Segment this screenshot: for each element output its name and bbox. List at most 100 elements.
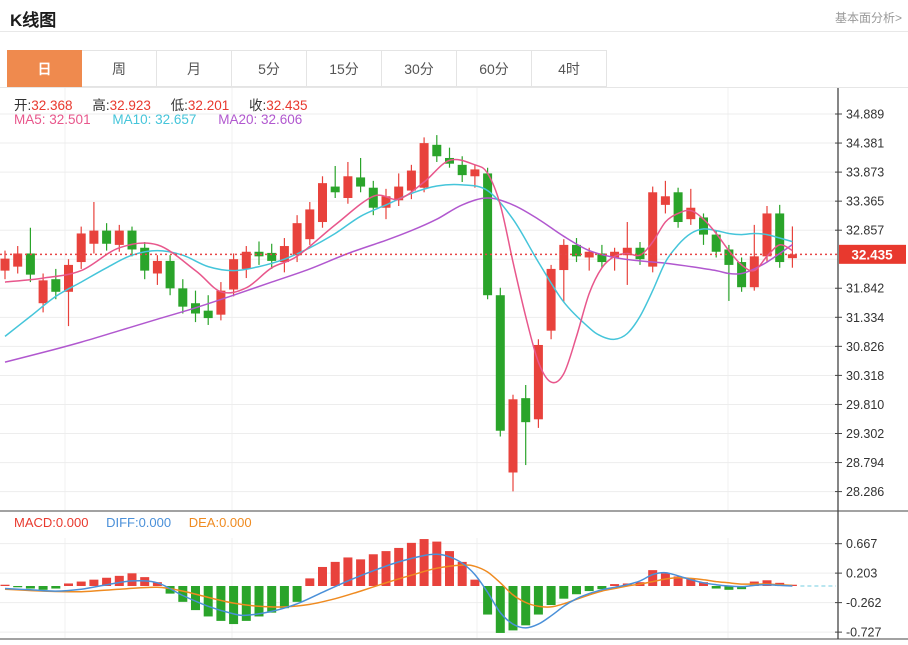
macd-bar-down bbox=[509, 586, 518, 630]
macd-bar-down bbox=[572, 586, 581, 594]
y-tick-label: 31.842 bbox=[846, 282, 884, 296]
candle-up bbox=[318, 183, 327, 222]
candle-up bbox=[394, 187, 403, 201]
macd-bar-up bbox=[89, 580, 98, 586]
macd-bar-down bbox=[534, 586, 543, 615]
candle-down bbox=[432, 145, 441, 156]
macd-bar-up bbox=[610, 584, 619, 586]
candle-down bbox=[737, 262, 746, 287]
tab-15min[interactable]: 15分 bbox=[307, 50, 382, 87]
macd-bar-up bbox=[470, 580, 479, 586]
ma5-label: MA5: bbox=[14, 112, 46, 127]
macd-bar-down bbox=[483, 586, 492, 615]
y-tick-label: 33.873 bbox=[846, 166, 884, 180]
candle-up bbox=[280, 246, 289, 262]
macd-bar-up bbox=[318, 567, 327, 586]
tab-5min[interactable]: 5分 bbox=[232, 50, 307, 87]
tab-60min[interactable]: 60分 bbox=[457, 50, 532, 87]
macd-bar-up bbox=[775, 583, 784, 586]
candle-down bbox=[496, 295, 505, 431]
macd-readout: MACD:0.000 DIFF:0.000 DEA:0.000 bbox=[14, 515, 266, 530]
macd-value: 0.000 bbox=[56, 515, 89, 530]
candle-up bbox=[763, 213, 772, 256]
candle-down bbox=[356, 177, 365, 186]
open-value: 32.368 bbox=[31, 98, 72, 113]
candle-down bbox=[331, 187, 340, 193]
candle-up bbox=[382, 196, 391, 207]
candle-down bbox=[458, 165, 467, 175]
tab-month[interactable]: 月 bbox=[157, 50, 232, 87]
candle-up bbox=[648, 192, 657, 266]
macd-bar-up bbox=[458, 562, 467, 586]
diff-value: 0.000 bbox=[139, 515, 172, 530]
candle-down bbox=[51, 279, 60, 292]
y-tick-label: 30.318 bbox=[846, 369, 884, 383]
macd-bar-down bbox=[216, 586, 225, 621]
candle-down bbox=[636, 248, 645, 259]
macd-bar-down bbox=[559, 586, 568, 599]
macd-bar-down bbox=[26, 586, 35, 589]
candle-up bbox=[750, 256, 759, 287]
macd-bar-down bbox=[39, 586, 48, 590]
high-value: 32.923 bbox=[110, 98, 151, 113]
dea-value: 0.000 bbox=[219, 515, 252, 530]
candle-up bbox=[305, 209, 314, 239]
candle-up bbox=[343, 176, 352, 198]
macd-bar-up bbox=[128, 573, 137, 586]
fundamental-analysis-link[interactable]: 基本面分析> bbox=[835, 9, 902, 26]
ma20-label: MA20: bbox=[218, 112, 257, 127]
macd-bar-up bbox=[305, 578, 314, 586]
macd-bar-up bbox=[115, 576, 124, 586]
macd-bar-up bbox=[369, 554, 378, 586]
ma20-line bbox=[5, 198, 792, 362]
macd-bar-up bbox=[153, 582, 162, 586]
macd-bar-up bbox=[331, 562, 340, 586]
macd-bar-up bbox=[64, 583, 73, 586]
candle-down bbox=[674, 192, 683, 222]
tab-30min[interactable]: 30分 bbox=[382, 50, 457, 87]
candle-down bbox=[572, 245, 581, 256]
y-tick-label: 30.826 bbox=[846, 340, 884, 354]
candle-down bbox=[140, 248, 149, 271]
candle-up bbox=[1, 259, 10, 271]
tab-day[interactable]: 日 bbox=[7, 50, 82, 87]
candle-up bbox=[407, 171, 416, 191]
tabbar-bottom-border bbox=[0, 87, 908, 88]
macd-bar-up bbox=[382, 551, 391, 586]
ma10-label: MA10: bbox=[112, 112, 151, 127]
y-tick-label: 28.286 bbox=[846, 485, 884, 499]
low-label: 低: bbox=[171, 98, 188, 113]
macd-bar-down bbox=[597, 586, 606, 589]
macd-bar-up bbox=[77, 582, 86, 586]
current-price-badge bbox=[839, 245, 906, 264]
candle-up bbox=[610, 252, 619, 258]
candle-down bbox=[369, 188, 378, 208]
macd-bar-up bbox=[420, 539, 429, 586]
candle-up bbox=[77, 233, 86, 262]
diff-line bbox=[5, 554, 792, 628]
candle-down bbox=[267, 253, 276, 261]
ma-readout: MA5: 32.501 MA10: 32.657 MA20: 32.606 bbox=[14, 112, 320, 127]
close-label: 收: bbox=[249, 98, 266, 113]
candle-up bbox=[585, 252, 594, 258]
tab-week[interactable]: 周 bbox=[82, 50, 157, 87]
macd-bar-down bbox=[712, 586, 721, 589]
candle-up bbox=[534, 345, 543, 419]
macd-bar-up bbox=[788, 585, 797, 586]
macd-bar-down bbox=[547, 586, 556, 605]
macd-bar-down bbox=[255, 586, 264, 616]
tab-4hour[interactable]: 4时 bbox=[532, 50, 607, 87]
macd-bar-down bbox=[280, 586, 289, 608]
macd-bar-up bbox=[394, 548, 403, 586]
candle-up bbox=[39, 280, 48, 303]
candle-down bbox=[712, 235, 721, 252]
candle-up bbox=[216, 291, 225, 315]
y-tick-label: 29.810 bbox=[846, 398, 884, 412]
macd-bar-down bbox=[191, 586, 200, 610]
macd-bar-up bbox=[140, 577, 149, 586]
high-label: 高: bbox=[92, 98, 109, 113]
y-tick-label: 28.794 bbox=[846, 456, 884, 470]
y-tick-label: 34.889 bbox=[846, 108, 884, 122]
open-label: 开: bbox=[14, 98, 31, 113]
candle-up bbox=[686, 208, 695, 219]
